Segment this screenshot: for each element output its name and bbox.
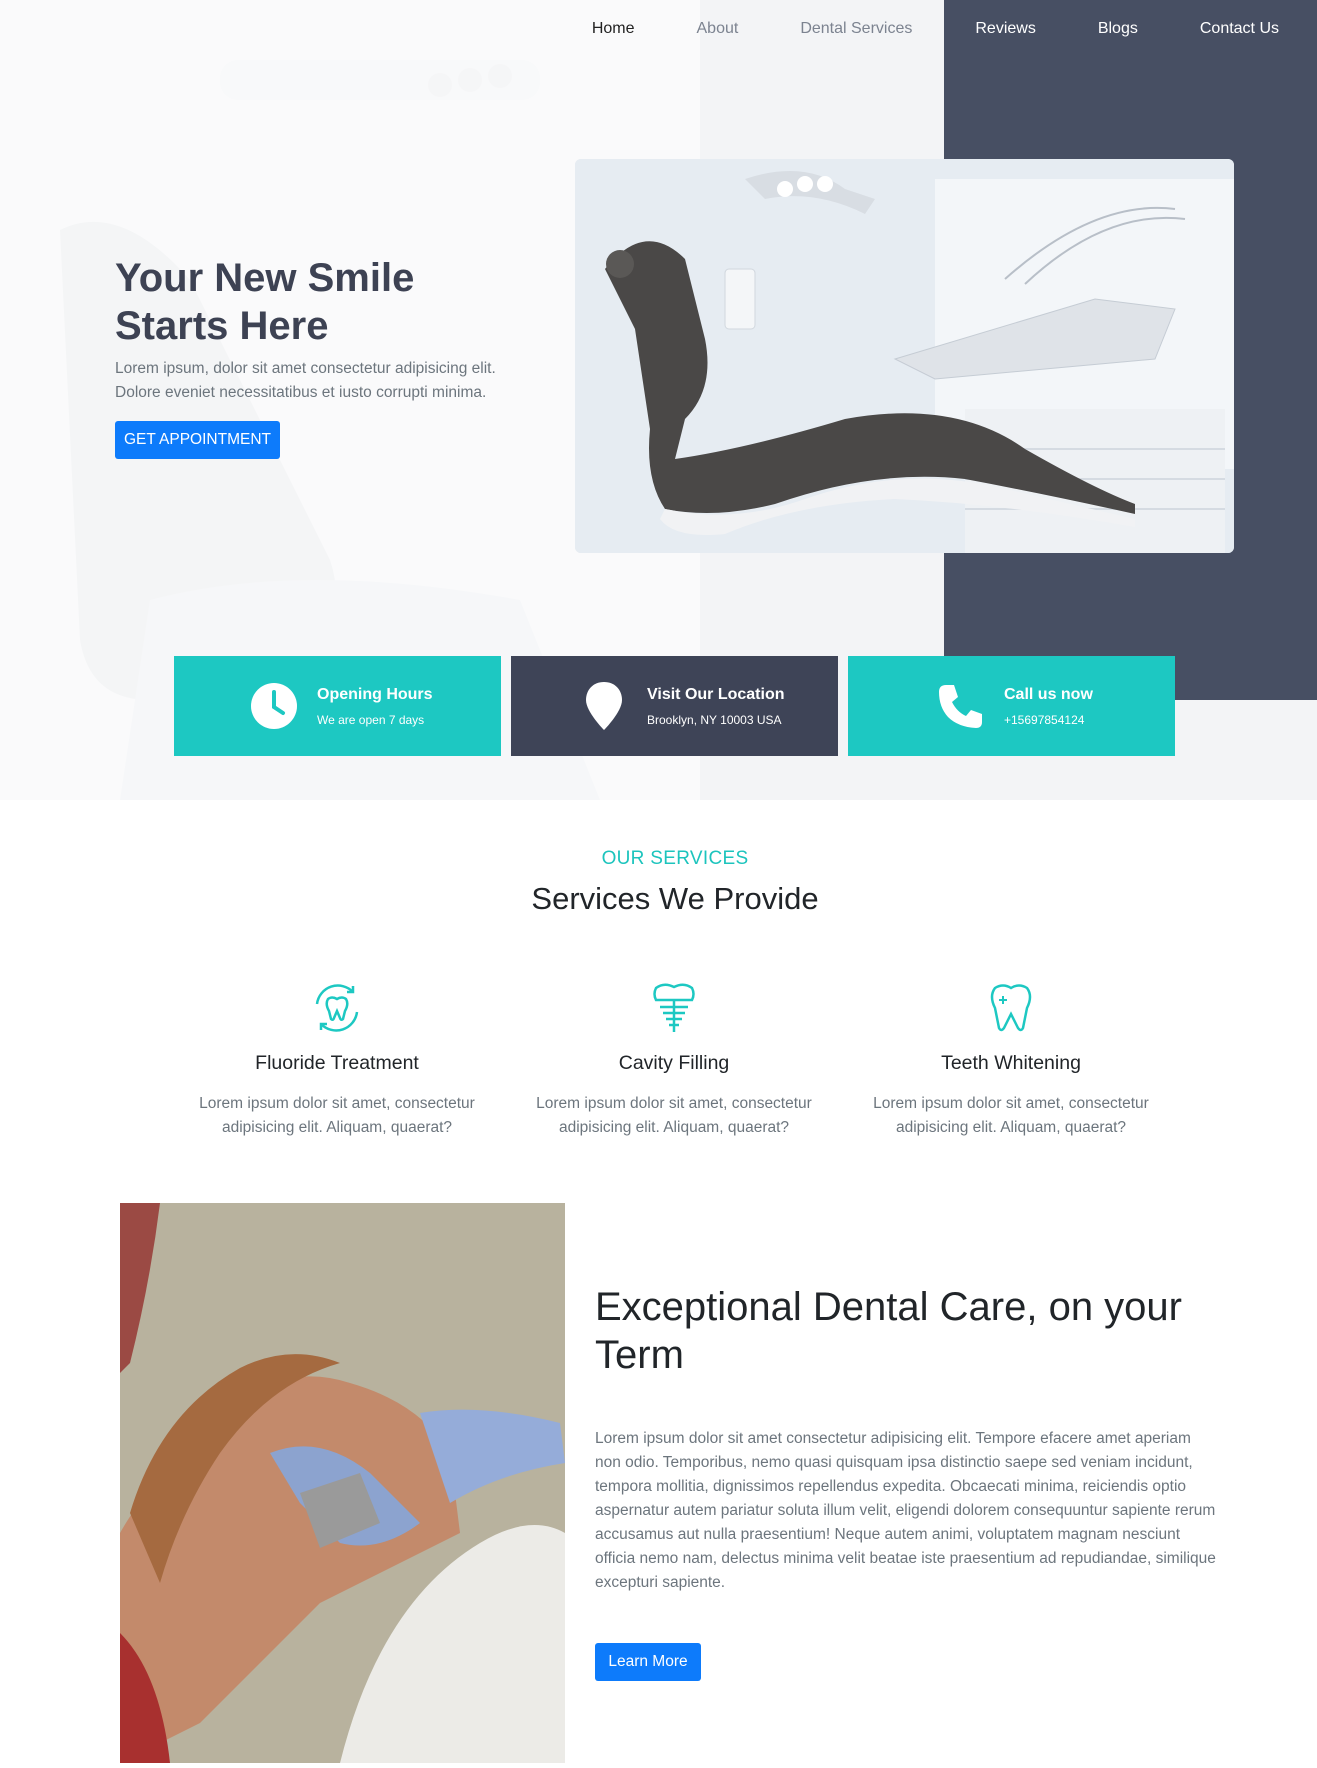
location-box: Visit Our Location Brooklyn, NY 10003 US… <box>511 656 838 756</box>
tooth-sparkle-icon <box>861 980 1161 1036</box>
location-title: Visit Our Location <box>647 685 785 703</box>
services-kicker: OUR SERVICES <box>601 848 749 869</box>
care-text: Lorem ipsum dolor sit amet consectetur a… <box>595 1430 1216 1591</box>
opening-hours-box: Opening Hours We are open 7 days <box>174 656 501 756</box>
nav-home[interactable]: Home <box>561 0 666 58</box>
get-appointment-button[interactable]: GET APPOINTMENT <box>115 421 280 459</box>
service-card: Cavity Filling Lorem ipsum dolor sit ame… <box>524 980 824 1140</box>
service-card: Teeth Whitening Lorem ipsum dolor sit am… <box>861 980 1161 1140</box>
hero-subtitle: Lorem ipsum, dolor sit amet consectetur … <box>115 360 496 401</box>
dental-implant-icon <box>524 980 824 1036</box>
service-text: Lorem ipsum dolor sit amet, consectetur … <box>536 1095 812 1136</box>
service-text: Lorem ipsum dolor sit amet, consectetur … <box>199 1095 475 1136</box>
nav-dental-services[interactable]: Dental Services <box>769 0 942 58</box>
call-text: +15697854124 <box>1004 712 1085 727</box>
location-text: Brooklyn, NY 10003 USA <box>647 712 782 727</box>
opening-hours-text: We are open 7 days <box>317 712 425 727</box>
tooth-refresh-icon <box>187 980 487 1036</box>
service-text: Lorem ipsum dolor sit amet, consectetur … <box>873 1095 1149 1136</box>
service-title: Fluoride Treatment <box>255 1052 419 1074</box>
service-card: Fluoride Treatment Lorem ipsum dolor sit… <box>187 980 487 1140</box>
map-pin-icon <box>579 681 629 731</box>
service-title: Cavity Filling <box>618 1052 730 1074</box>
nav-reviews[interactable]: Reviews <box>942 0 1066 58</box>
nav-about[interactable]: About <box>666 0 770 58</box>
main-nav: Home About Dental Services Reviews Blogs… <box>561 0 1317 58</box>
care-title: Exceptional Dental Care, on your Term <box>595 1285 1182 1377</box>
opening-hours-title: Opening Hours <box>317 685 433 703</box>
clock-icon <box>249 681 299 731</box>
phone-icon <box>936 681 986 731</box>
call-title: Call us now <box>1004 685 1093 703</box>
nav-blogs[interactable]: Blogs <box>1067 0 1169 58</box>
call-box: Call us now +15697854124 <box>848 656 1175 756</box>
dental-chair-photo <box>575 159 1234 553</box>
learn-more-button[interactable]: Learn More <box>595 1643 701 1681</box>
hero-title: Your New Smile Starts Here <box>115 256 415 348</box>
services-title: Services We Provide <box>531 881 819 916</box>
service-title: Teeth Whitening <box>941 1052 1081 1074</box>
dental-patient-photo <box>120 1203 565 1763</box>
nav-contact-us[interactable]: Contact Us <box>1169 0 1317 58</box>
hero-section: Home About Dental Services Reviews Blogs… <box>0 0 1317 800</box>
